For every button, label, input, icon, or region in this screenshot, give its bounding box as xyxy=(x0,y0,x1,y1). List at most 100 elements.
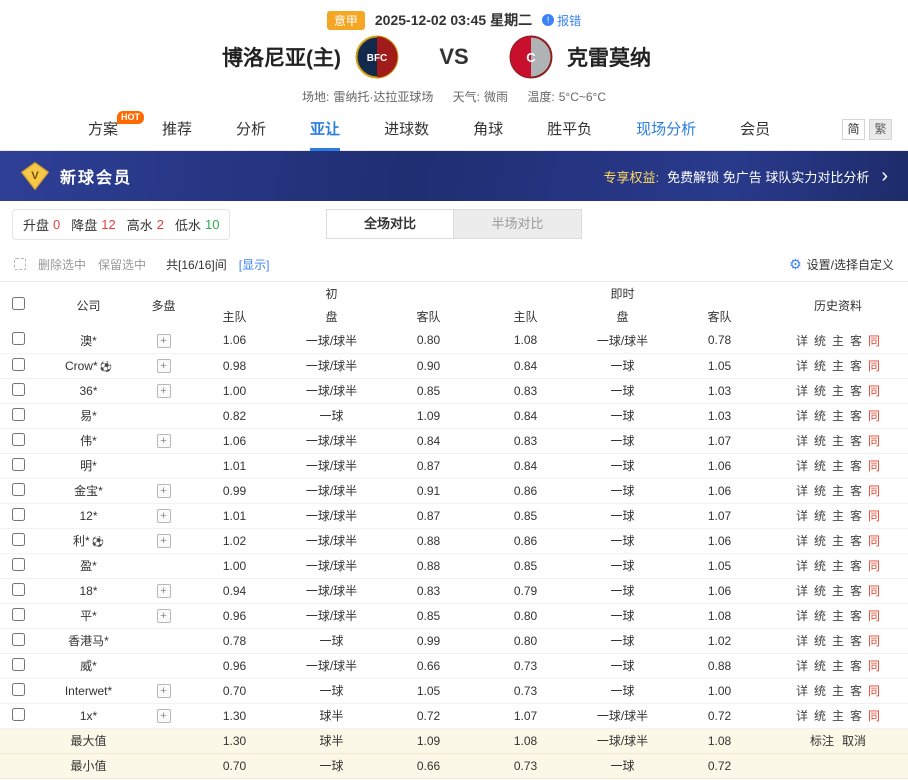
history-link-1[interactable]: 详 xyxy=(796,509,808,523)
history-link-2[interactable]: 统 xyxy=(814,534,826,548)
history-link-1[interactable]: 详 xyxy=(796,384,808,398)
tab-huiyuan[interactable]: 会员 xyxy=(740,108,770,151)
full-match-compare-button[interactable]: 全场对比 xyxy=(326,209,454,239)
header-checkbox[interactable] xyxy=(12,297,25,310)
history-link-2[interactable]: 统 xyxy=(814,609,826,623)
history-link-5[interactable]: 同 xyxy=(868,634,880,648)
row-checkbox[interactable] xyxy=(12,558,25,571)
history-link-3[interactable]: 主 xyxy=(832,334,844,348)
history-link-1[interactable]: 详 xyxy=(796,684,808,698)
report-error-link[interactable]: ! 报错 xyxy=(542,12,581,29)
row-checkbox[interactable] xyxy=(12,483,25,496)
history-link-4[interactable]: 客 xyxy=(850,334,862,348)
row-checkbox[interactable] xyxy=(12,408,25,421)
history-link-1[interactable]: 详 xyxy=(796,559,808,573)
history-link-3[interactable]: 主 xyxy=(832,609,844,623)
show-link[interactable]: [显示] xyxy=(239,256,270,273)
history-link-5[interactable]: 同 xyxy=(868,359,880,373)
history-link-1[interactable]: 详 xyxy=(796,484,808,498)
company-name[interactable]: 威* xyxy=(80,659,97,673)
history-link-2[interactable]: 统 xyxy=(814,709,826,723)
company-name[interactable]: 易* xyxy=(80,409,97,423)
company-name[interactable]: 利* xyxy=(73,534,90,548)
history-link-5[interactable]: 同 xyxy=(868,459,880,473)
row-checkbox[interactable] xyxy=(12,533,25,546)
company-name[interactable]: 盈* xyxy=(80,559,97,573)
lang-simplified-button[interactable]: 简 xyxy=(842,119,865,140)
history-link-4[interactable]: 客 xyxy=(850,434,862,448)
tab-fenxi[interactable]: 分析 xyxy=(236,108,266,151)
history-link-4[interactable]: 客 xyxy=(850,584,862,598)
history-link-1[interactable]: 详 xyxy=(796,359,808,373)
history-link-5[interactable]: 同 xyxy=(868,509,880,523)
row-checkbox[interactable] xyxy=(12,633,25,646)
history-link-1[interactable]: 详 xyxy=(796,584,808,598)
history-link-4[interactable]: 客 xyxy=(850,609,862,623)
delete-selected-link[interactable]: 删除选中 xyxy=(38,256,86,273)
multi-market-icon[interactable]: + xyxy=(157,359,171,373)
history-link-5[interactable]: 同 xyxy=(868,709,880,723)
history-link-4[interactable]: 客 xyxy=(850,709,862,723)
history-link-3[interactable]: 主 xyxy=(832,559,844,573)
history-link-2[interactable]: 统 xyxy=(814,659,826,673)
history-link-3[interactable]: 主 xyxy=(832,484,844,498)
company-name[interactable]: 平* xyxy=(80,609,97,623)
tab-jiaoqiu[interactable]: 角球 xyxy=(473,108,503,151)
history-link-2[interactable]: 统 xyxy=(814,359,826,373)
history-link-3[interactable]: 主 xyxy=(832,509,844,523)
row-checkbox[interactable] xyxy=(12,608,25,621)
row-checkbox[interactable] xyxy=(12,683,25,696)
history-link-3[interactable]: 主 xyxy=(832,534,844,548)
mark-link[interactable]: 标注 xyxy=(810,734,834,748)
multi-market-icon[interactable]: + xyxy=(157,684,171,698)
history-link-2[interactable]: 统 xyxy=(814,559,826,573)
row-checkbox[interactable] xyxy=(12,433,25,446)
company-name[interactable]: 金宝* xyxy=(74,484,103,498)
multi-market-icon[interactable]: + xyxy=(157,334,171,348)
tab-tuijian[interactable]: 推荐 xyxy=(162,108,192,151)
history-link-4[interactable]: 客 xyxy=(850,509,862,523)
multi-market-icon[interactable]: + xyxy=(157,534,171,548)
row-checkbox[interactable] xyxy=(12,508,25,521)
company-name[interactable]: 澳* xyxy=(80,334,97,348)
history-link-1[interactable]: 详 xyxy=(796,709,808,723)
history-link-3[interactable]: 主 xyxy=(832,359,844,373)
history-link-1[interactable]: 详 xyxy=(796,634,808,648)
history-link-5[interactable]: 同 xyxy=(868,609,880,623)
tab-jinqiushu[interactable]: 进球数 xyxy=(384,108,429,151)
company-name[interactable]: Crow* xyxy=(65,359,98,373)
vip-banner[interactable]: V 新球会员 专享权益: 免费解锁 免广告 球队实力对比分析 › xyxy=(0,151,908,201)
multi-market-icon[interactable]: + xyxy=(157,709,171,723)
vip-banner-right[interactable]: 专享权益: 免费解锁 免广告 球队实力对比分析 › xyxy=(603,166,888,186)
multi-market-icon[interactable]: + xyxy=(157,509,171,523)
history-link-4[interactable]: 客 xyxy=(850,384,862,398)
history-link-5[interactable]: 同 xyxy=(868,659,880,673)
tab-yarang[interactable]: 亚让 xyxy=(310,108,340,151)
history-link-4[interactable]: 客 xyxy=(850,634,862,648)
history-link-1[interactable]: 详 xyxy=(796,334,808,348)
multi-market-icon[interactable]: + xyxy=(157,584,171,598)
history-link-3[interactable]: 主 xyxy=(832,709,844,723)
row-checkbox[interactable] xyxy=(12,458,25,471)
multi-market-icon[interactable]: + xyxy=(157,609,171,623)
history-link-5[interactable]: 同 xyxy=(868,384,880,398)
history-link-2[interactable]: 统 xyxy=(814,484,826,498)
history-link-3[interactable]: 主 xyxy=(832,584,844,598)
history-link-3[interactable]: 主 xyxy=(832,659,844,673)
history-link-2[interactable]: 统 xyxy=(814,584,826,598)
history-link-4[interactable]: 客 xyxy=(850,359,862,373)
multi-market-icon[interactable]: + xyxy=(157,484,171,498)
history-link-4[interactable]: 客 xyxy=(850,484,862,498)
tab-shengpingfu[interactable]: 胜平负 xyxy=(547,108,592,151)
keep-selected-link[interactable]: 保留选中 xyxy=(98,256,146,273)
history-link-1[interactable]: 详 xyxy=(796,409,808,423)
multi-market-icon[interactable]: + xyxy=(157,434,171,448)
history-link-2[interactable]: 统 xyxy=(814,459,826,473)
history-link-2[interactable]: 统 xyxy=(814,634,826,648)
history-link-5[interactable]: 同 xyxy=(868,334,880,348)
row-checkbox[interactable] xyxy=(12,358,25,371)
history-link-2[interactable]: 统 xyxy=(814,434,826,448)
history-link-3[interactable]: 主 xyxy=(832,634,844,648)
history-link-5[interactable]: 同 xyxy=(868,684,880,698)
history-link-1[interactable]: 详 xyxy=(796,459,808,473)
